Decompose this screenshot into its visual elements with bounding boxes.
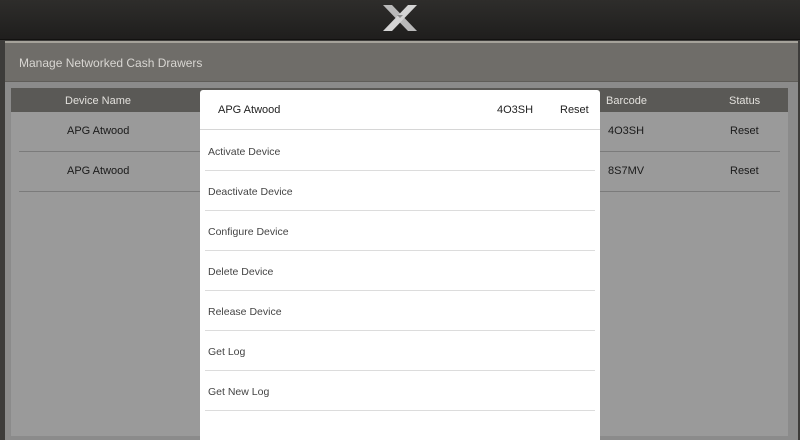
menu-item-label: Get Log: [208, 346, 246, 358]
menu-item-label: Configure Device: [208, 226, 289, 238]
menu-item-get-log[interactable]: Get Log: [205, 331, 595, 371]
menu-item-release-device[interactable]: Release Device: [205, 291, 595, 331]
panel-header: Manage Networked Cash Drawers: [5, 43, 798, 82]
x-logo-icon: [383, 5, 417, 31]
device-name-cell: APG Atwood: [67, 165, 130, 177]
column-header-device-name: Device Name: [65, 95, 132, 107]
popup-header: APG Atwood 4O3SH Reset: [200, 90, 600, 130]
column-header-barcode: Barcode: [606, 95, 647, 107]
menu-item-label: Activate Device: [208, 146, 281, 158]
top-bar: [0, 0, 800, 40]
device-name-cell: APG Atwood: [67, 125, 130, 137]
menu-item-deactivate-device[interactable]: Deactivate Device: [205, 171, 595, 211]
column-header-status: Status: [729, 95, 761, 107]
panel-title: Manage Networked Cash Drawers: [19, 56, 203, 70]
menu-item-label: Delete Device: [208, 266, 274, 278]
popup-barcode: 4O3SH: [497, 104, 534, 116]
status-cell: Reset: [730, 125, 759, 137]
menu-item-label: Deactivate Device: [208, 186, 293, 198]
barcode-cell: 4O3SH: [608, 125, 645, 137]
menu-item-label: Release Device: [208, 306, 282, 318]
menu-item-get-new-log[interactable]: Get New Log: [205, 371, 595, 411]
barcode-cell: 8S7MV: [608, 165, 645, 177]
menu-item-configure-device[interactable]: Configure Device: [205, 211, 595, 251]
device-actions-popup: APG Atwood 4O3SH Reset Activate Device D…: [200, 90, 600, 440]
menu-item-activate-device[interactable]: Activate Device: [205, 131, 595, 171]
menu-item-label: Get New Log: [208, 386, 270, 398]
popup-status: Reset: [560, 104, 589, 116]
popup-device-name: APG Atwood: [218, 104, 281, 116]
menu-item-delete-device[interactable]: Delete Device: [205, 251, 595, 291]
status-cell: Reset: [730, 165, 759, 177]
